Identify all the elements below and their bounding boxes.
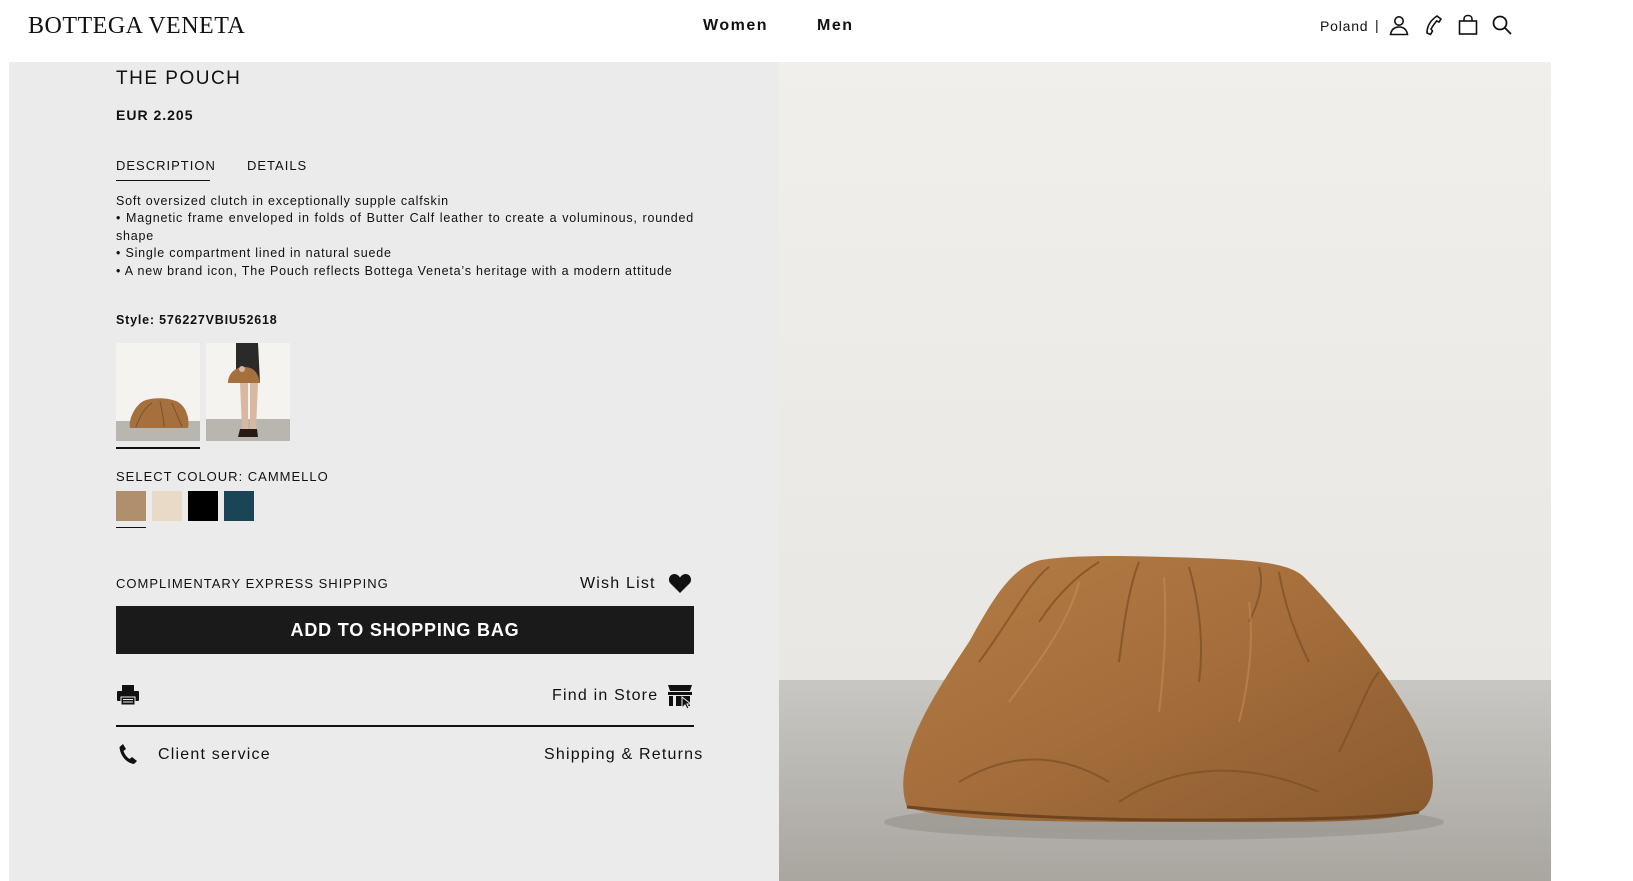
nav-women[interactable]: Women xyxy=(703,17,768,35)
shopping-bag-icon[interactable] xyxy=(1457,14,1479,36)
colour-swatch-black[interactable] xyxy=(188,491,218,521)
print-icon[interactable] xyxy=(116,684,140,706)
account-icon[interactable] xyxy=(1388,14,1410,36)
style-code: Style: 576227VBIU52618 xyxy=(116,313,278,327)
client-service-phone-icon xyxy=(118,743,138,765)
add-to-bag-button[interactable]: ADD TO SHOPPING BAG xyxy=(116,606,694,654)
section-divider xyxy=(116,725,694,727)
colour-swatch-cream[interactable] xyxy=(152,491,182,521)
description-line: • Magnetic frame enveloped in folds of B… xyxy=(116,211,694,243)
colour-label: SELECT COLOUR: CAMMELLO xyxy=(116,469,329,484)
description-line: • Single compartment lined in natural su… xyxy=(116,246,392,261)
product-hero-image xyxy=(779,62,1551,881)
thumbnail-model[interactable] xyxy=(206,343,290,441)
tab-description[interactable]: DESCRIPTION xyxy=(116,158,216,173)
active-tab-indicator xyxy=(116,180,210,181)
country-selector[interactable]: Poland xyxy=(1320,18,1368,34)
product-price: EUR 2.205 xyxy=(116,107,194,123)
header-separator: | xyxy=(1375,17,1379,33)
selected-swatch-indicator xyxy=(116,527,146,528)
client-service-link[interactable]: Client service xyxy=(158,746,271,764)
colour-swatch-teal[interactable] xyxy=(224,491,254,521)
shipping-returns-link[interactable]: Shipping & Returns xyxy=(544,746,703,764)
nav-men[interactable]: Men xyxy=(817,17,854,35)
product-title: THE POUCH xyxy=(116,68,242,89)
tab-details[interactable]: DETAILS xyxy=(247,158,307,173)
page-right-margin xyxy=(1551,62,1633,881)
description-line: • A new brand icon, The Pouch reflects B… xyxy=(116,263,673,278)
heart-icon[interactable] xyxy=(668,572,692,594)
shipping-note: COMPLIMENTARY EXPRESS SHIPPING xyxy=(116,576,389,591)
brand-logo[interactable]: BOTTEGA VENETA xyxy=(28,13,245,40)
thumbnail-indicator xyxy=(116,447,200,449)
product-description: Soft oversized clutch in exceptionally s… xyxy=(116,193,694,280)
thumbnail-bag[interactable] xyxy=(116,343,200,441)
colour-swatch-cammello[interactable] xyxy=(116,491,146,521)
find-in-store-link[interactable]: Find in Store xyxy=(552,687,658,705)
wishlist-link[interactable]: Wish List xyxy=(580,575,656,593)
description-line: Soft oversized clutch in exceptionally s… xyxy=(116,194,449,208)
phone-icon[interactable] xyxy=(1422,14,1444,36)
search-icon[interactable] xyxy=(1491,14,1513,36)
site-header: BOTTEGA VENETA Women Men Poland | xyxy=(0,0,1633,62)
store-icon[interactable] xyxy=(666,682,694,710)
